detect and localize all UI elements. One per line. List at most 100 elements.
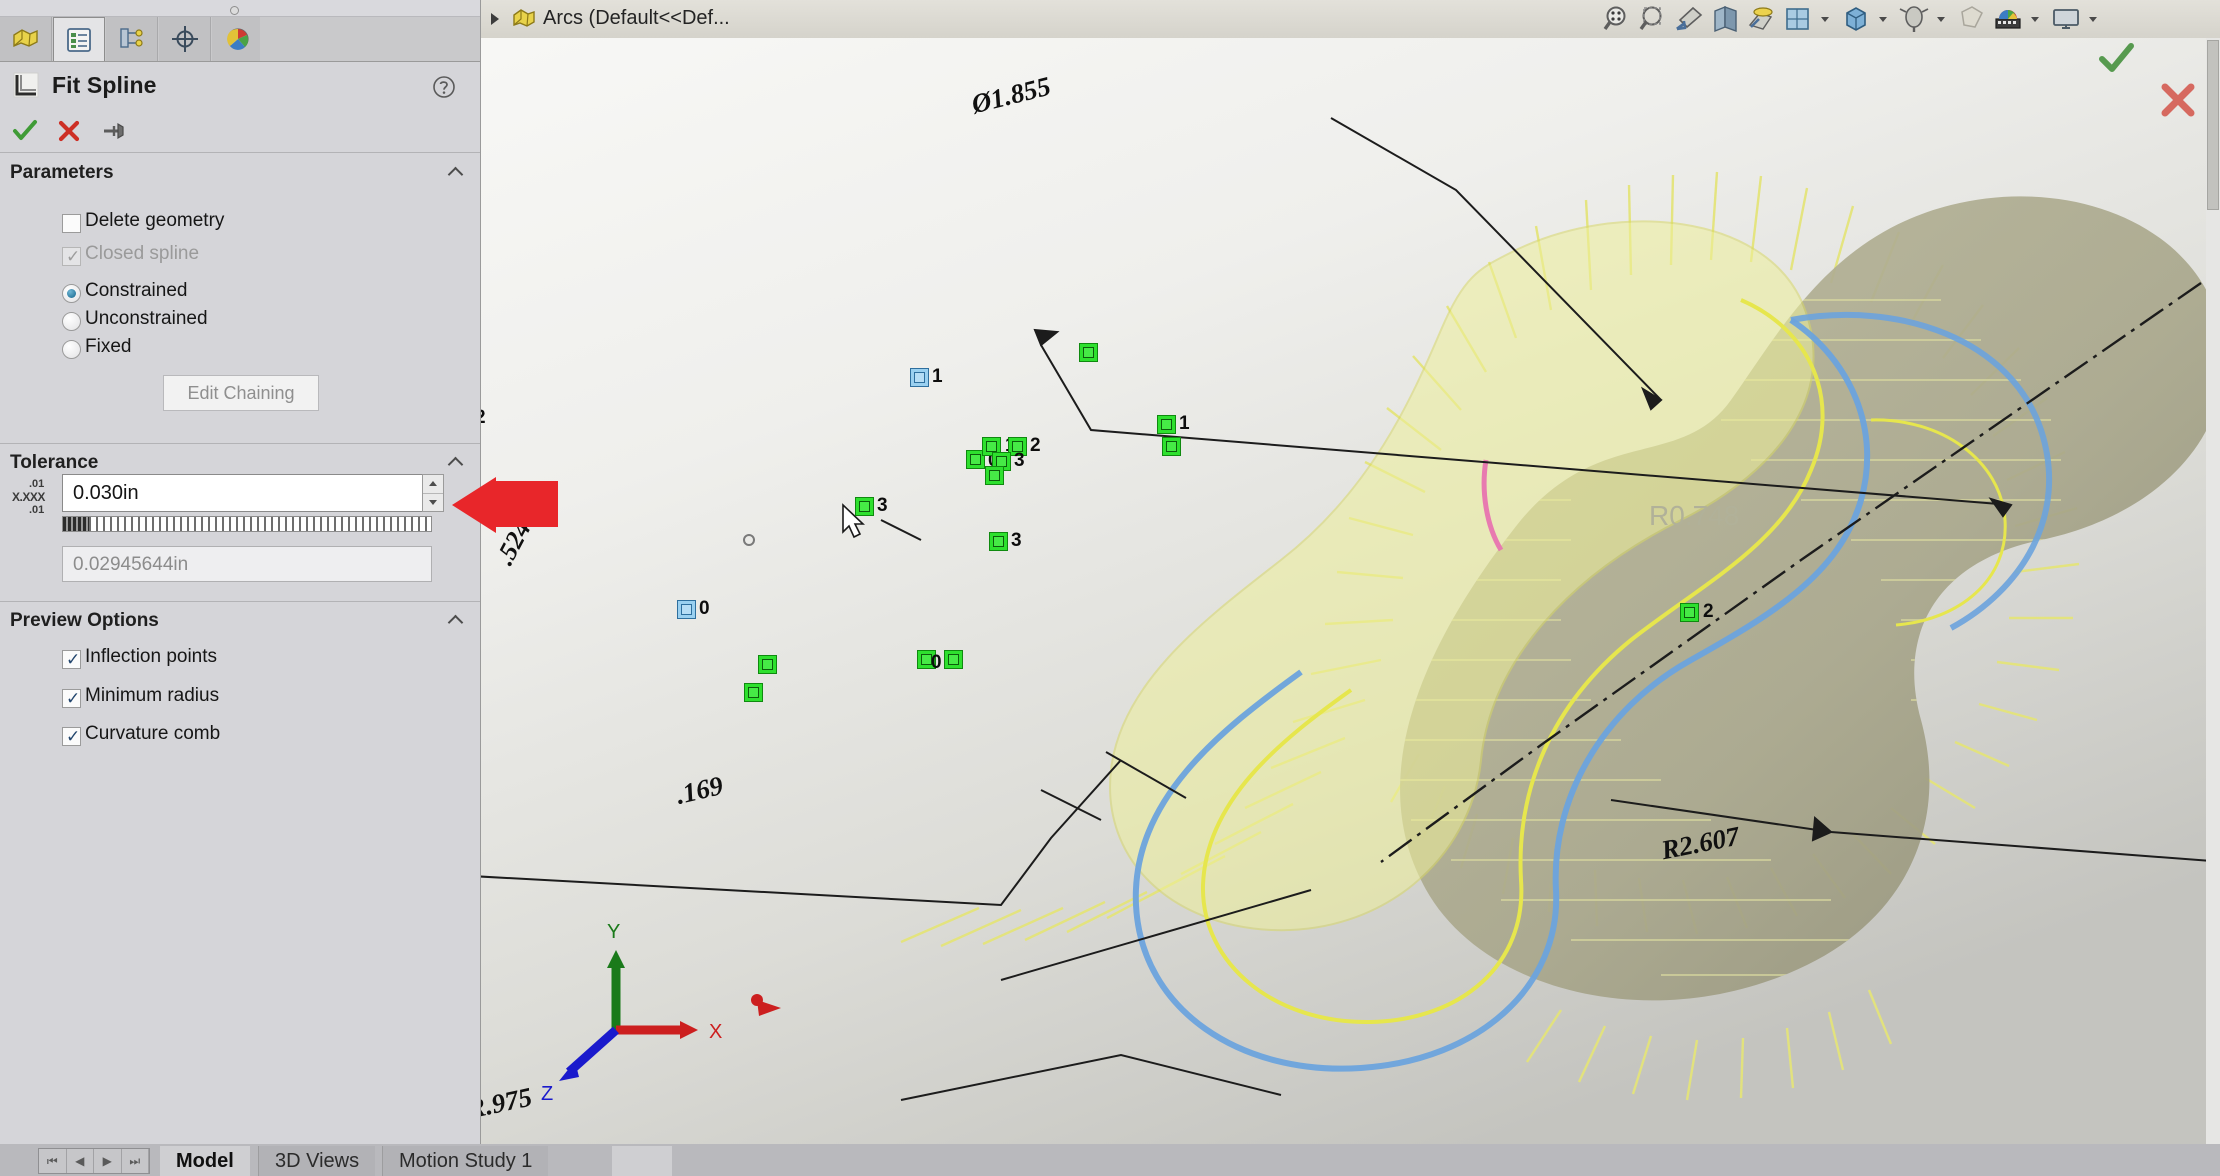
property-manager-actions [0, 110, 480, 153]
nav-prev-icon[interactable]: ◀ [67, 1149, 95, 1173]
checkmark-glyph: ✓ [66, 689, 80, 708]
property-manager-header: Fit Spline [0, 61, 480, 109]
radio-constrained[interactable] [62, 284, 81, 303]
fit-spline-icon [12, 71, 40, 99]
spline-node-marker[interactable] [944, 650, 963, 669]
chevron-up-icon[interactable] [450, 456, 464, 465]
tab-navigation-buttons[interactable]: ⏮ ◀ ▶ ⏭ [38, 1148, 150, 1174]
nav-first-icon[interactable]: ⏮ [39, 1149, 67, 1173]
sidebar-item-configuration-manager[interactable] [106, 17, 158, 61]
graphics-area[interactable]: Y X Z Ø1.855 .524 .169 R.975 R2.607 R0.7… [481, 0, 2220, 1162]
tolerance-spinner[interactable] [422, 474, 444, 512]
section-header-parameters[interactable]: Parameters [0, 153, 480, 191]
page-title: Fit Spline [52, 72, 157, 99]
checkbox-closed-spline-label: Closed spline [85, 243, 199, 265]
view-settings-icon[interactable] [1991, 3, 2025, 35]
view-settings-caret-icon[interactable] [2031, 17, 2039, 22]
tolerance-icon-bottom: .01 [29, 505, 44, 517]
sidebar-item-display-manager[interactable] [212, 17, 264, 61]
tolerance-slider-knob[interactable] [63, 517, 89, 531]
panel-drag-strip[interactable] [0, 0, 480, 17]
checkbox-closed-spline: ✓ [62, 247, 81, 266]
spline-node-label: 0 [931, 652, 942, 674]
display-style-caret-icon[interactable] [1821, 17, 1829, 22]
display-style-icon[interactable] [1781, 3, 1815, 35]
section-preview-options: Preview Options ✓ Inflection points ✓ Mi… [0, 601, 480, 761]
dimension-rad-0748[interactable]: R0.748 [1649, 500, 1739, 532]
sidebar-item-feature-manager[interactable] [0, 17, 52, 61]
tab-strip-filler [612, 1146, 672, 1176]
radio-unconstrained[interactable] [62, 312, 81, 331]
scrollbar-thumb[interactable] [2207, 40, 2219, 210]
spline-node-marker[interactable] [910, 368, 929, 387]
spline-node-label: 1 [1179, 413, 1190, 435]
tab-motion-study-1[interactable]: Motion Study 1 [382, 1146, 548, 1176]
edit-appearance-caret-icon[interactable] [1937, 17, 1945, 22]
radio-fixed-label: Fixed [85, 336, 131, 358]
sidebar-item-property-manager[interactable] [53, 17, 105, 61]
expand-triangle-icon[interactable] [491, 13, 499, 25]
spinner-down-button[interactable] [423, 494, 443, 512]
chevron-up-icon[interactable] [450, 614, 464, 623]
spline-node-marker[interactable] [1157, 415, 1176, 434]
confirm-corner-cancel-icon[interactable] [2158, 80, 2198, 120]
view-orientation-icon[interactable] [1745, 3, 1779, 35]
panel-grip-icon[interactable] [230, 6, 239, 15]
document-header-bar: Arcs (Default<<Def... [481, 0, 2220, 38]
spline-node-marker[interactable] [744, 683, 763, 702]
checkbox-inflection-points-label: Inflection points [85, 646, 217, 668]
pushpin-icon[interactable] [96, 116, 130, 146]
document-title[interactable]: Arcs (Default<<Def... [543, 7, 730, 30]
help-question-icon[interactable] [432, 75, 456, 99]
confirm-corner-ok-icon[interactable] [2096, 38, 2136, 78]
tab-model[interactable]: Model [160, 1146, 250, 1176]
tolerance-input[interactable]: 0.030in [62, 474, 432, 512]
manager-tab-bar [0, 17, 480, 62]
previous-view-icon[interactable] [1673, 3, 1707, 35]
section-header-preview-options[interactable]: Preview Options [0, 601, 480, 639]
checkbox-delete-geometry[interactable] [62, 214, 81, 233]
tolerance-slider[interactable] [62, 516, 432, 532]
apply-scene-icon[interactable] [1955, 3, 1989, 35]
checkmark-glyph: ✓ [66, 650, 80, 669]
edit-chaining-button[interactable]: Edit Chaining [163, 375, 319, 411]
checkbox-minimum-radius[interactable]: ✓ [62, 689, 81, 708]
hide-show-caret-icon[interactable] [1879, 17, 1887, 22]
spline-node-marker[interactable] [677, 600, 696, 619]
zoom-to-fit-icon[interactable] [1601, 3, 1635, 35]
tolerance-icon-top: .01 [29, 479, 44, 491]
nav-last-icon[interactable]: ⏭ [122, 1149, 150, 1173]
chevron-up-icon[interactable] [450, 166, 464, 175]
cancel-x-icon[interactable] [52, 116, 86, 146]
display-monitor-icon[interactable] [2049, 3, 2083, 35]
spinner-up-button[interactable] [423, 475, 443, 494]
nav-next-icon[interactable]: ▶ [94, 1149, 122, 1173]
model-canvas[interactable]: Y X Z [481, 0, 2220, 1162]
vertical-scrollbar[interactable] [2206, 38, 2220, 1162]
checkbox-curvature-comb[interactable]: ✓ [62, 727, 81, 746]
tab-3d-views[interactable]: 3D Views [258, 1146, 375, 1176]
radio-fixed[interactable] [62, 340, 81, 359]
spline-node-marker[interactable] [1079, 343, 1098, 362]
ok-checkmark-icon[interactable] [8, 116, 42, 146]
spline-node-marker[interactable] [758, 655, 777, 674]
radio-selected-dot [67, 289, 76, 298]
spline-node-marker[interactable] [1680, 603, 1699, 622]
tolerance-computed-value: 0.02945644in [73, 554, 188, 576]
section-view-icon[interactable] [1709, 3, 1743, 35]
spline-node-marker[interactable] [855, 497, 874, 516]
edit-appearance-icon[interactable] [1897, 3, 1931, 35]
tabbar-filler [260, 17, 480, 61]
display-monitor-caret-icon[interactable] [2089, 17, 2097, 22]
spline-node-marker[interactable] [985, 466, 1004, 485]
triad-y-label: Y [607, 921, 620, 943]
spline-node-marker[interactable] [1162, 437, 1181, 456]
hide-show-items-icon[interactable] [1839, 3, 1873, 35]
checkbox-minimum-radius-label: Minimum radius [85, 685, 219, 707]
sidebar-item-dimxpert-manager[interactable] [159, 17, 211, 61]
zoom-to-area-icon[interactable] [1637, 3, 1671, 35]
spline-node-marker[interactable] [989, 532, 1008, 551]
checkbox-inflection-points[interactable]: ✓ [62, 650, 81, 669]
section-parameters: Parameters Delete geometry ✓ Closed spli… [0, 153, 480, 444]
tolerance-icon-middle: X.XXX [12, 491, 45, 504]
